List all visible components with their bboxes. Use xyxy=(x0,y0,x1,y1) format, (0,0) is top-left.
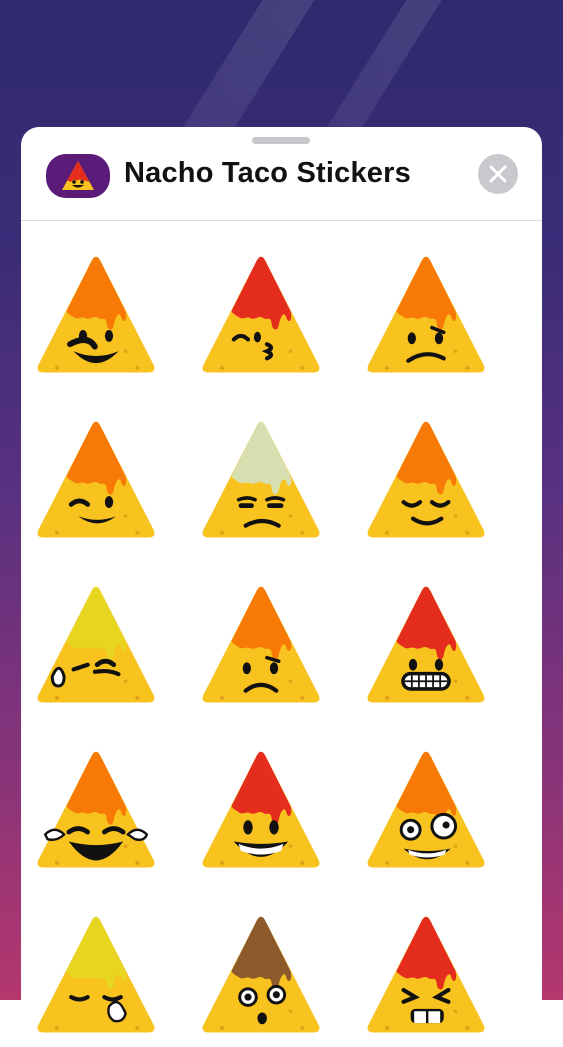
nacho-kiss-sticker[interactable] xyxy=(196,252,326,382)
nacho-chip-icon xyxy=(202,421,320,538)
nacho-chip-icon xyxy=(367,586,485,703)
nacho-zany-sticker[interactable] xyxy=(361,747,491,877)
nacho-chip-icon xyxy=(37,586,155,703)
nacho-sweat-sticker[interactable] xyxy=(31,582,161,712)
nacho-surprised-sticker[interactable] xyxy=(196,912,326,1042)
nacho-wink-sticker[interactable] xyxy=(31,417,161,547)
nacho-relieved-sticker[interactable] xyxy=(361,417,491,547)
nacho-crying-sticker[interactable] xyxy=(31,912,161,1042)
close-icon xyxy=(489,165,507,183)
nacho-frown-sticker[interactable] xyxy=(196,582,326,712)
sheet-grabber-handle[interactable] xyxy=(252,137,310,144)
nacho-squint-sticker[interactable] xyxy=(361,912,491,1042)
nacho-chip-icon xyxy=(37,751,155,868)
nacho-chip-icon xyxy=(367,916,485,1033)
nacho-confused-sticker[interactable] xyxy=(361,252,491,382)
nacho-chip-icon xyxy=(367,751,485,868)
nacho-tears-of-joy-sticker[interactable] xyxy=(31,747,161,877)
nacho-unamused-sticker[interactable] xyxy=(196,417,326,547)
close-button[interactable] xyxy=(478,154,518,194)
nacho-chip-icon xyxy=(202,751,320,868)
nacho-big-grin-sticker[interactable] xyxy=(196,747,326,877)
nacho-chip-icon xyxy=(202,916,320,1033)
nacho-chip-icon xyxy=(37,421,155,538)
nacho-grin-sticker[interactable] xyxy=(31,252,161,382)
page-title: Nacho Taco Stickers xyxy=(124,157,411,189)
nacho-chip-icon xyxy=(367,256,485,373)
header-divider xyxy=(21,220,542,221)
nacho-chip-icon xyxy=(367,421,485,538)
nacho-chip-icon xyxy=(37,916,155,1033)
nacho-grimace-sticker[interactable] xyxy=(361,582,491,712)
sticker-sheet: Nacho Taco Stickers xyxy=(21,127,542,1033)
nacho-chip-icon xyxy=(202,256,320,373)
nacho-sticker-icon xyxy=(46,154,110,198)
nacho-chip-icon xyxy=(202,586,320,703)
nacho-chip-icon xyxy=(37,256,155,373)
sheet-header: Nacho Taco Stickers xyxy=(21,147,542,221)
